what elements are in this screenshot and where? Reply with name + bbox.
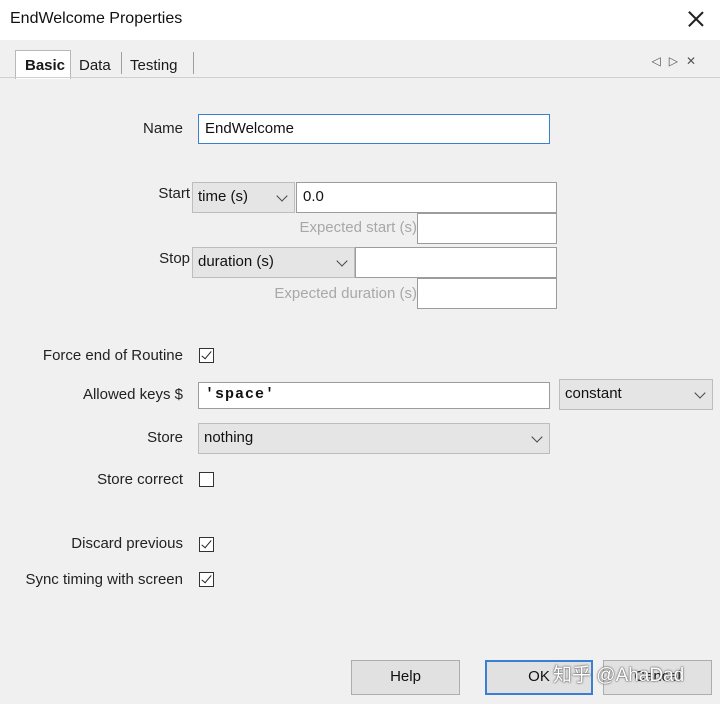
title-bar: EndWelcome Properties bbox=[0, 0, 720, 40]
allowed-keys-label: Allowed keys $ bbox=[82, 386, 183, 403]
tab-nav: ◁▷✕ bbox=[651, 54, 704, 68]
start-value-input[interactable]: 0.0 bbox=[296, 182, 557, 213]
tab-separator bbox=[193, 52, 194, 74]
tab-prev-icon[interactable]: ◁ bbox=[651, 54, 668, 68]
sync-timing-label: Sync timing with screen bbox=[25, 571, 183, 588]
store-correct-checkbox[interactable] bbox=[199, 472, 214, 487]
force-end-label: Force end of Routine bbox=[42, 347, 183, 364]
tab-next-icon[interactable]: ▷ bbox=[669, 54, 686, 68]
tab-basic-label: Basic bbox=[25, 57, 66, 74]
watermark: 知乎 @AhaDad bbox=[553, 665, 685, 686]
tab-separator bbox=[121, 52, 122, 74]
tab-close-icon[interactable]: ✕ bbox=[686, 54, 704, 68]
start-label: Start bbox=[158, 185, 190, 202]
store-select[interactable]: nothing bbox=[198, 423, 550, 454]
sync-timing-checkbox[interactable] bbox=[199, 572, 214, 587]
close-icon[interactable] bbox=[686, 9, 706, 29]
tab-testing[interactable]: Testing bbox=[130, 57, 178, 74]
start-type-value: time (s) bbox=[198, 188, 248, 205]
allowed-keys-mode-select[interactable]: constant bbox=[559, 379, 713, 410]
discard-previous-label: Discard previous bbox=[71, 535, 183, 552]
store-value: nothing bbox=[204, 429, 254, 446]
discard-previous-checkbox[interactable] bbox=[199, 537, 214, 552]
chevron-down-icon bbox=[336, 255, 348, 267]
stop-type-select[interactable]: duration (s) bbox=[192, 247, 355, 278]
tab-data[interactable]: Data bbox=[79, 57, 111, 74]
expected-duration-input[interactable] bbox=[417, 278, 557, 309]
window-title: EndWelcome Properties bbox=[10, 10, 183, 27]
stop-label: Stop bbox=[159, 250, 190, 267]
expected-start-input[interactable] bbox=[417, 213, 557, 244]
name-label: Name bbox=[142, 120, 183, 137]
start-type-select[interactable]: time (s) bbox=[192, 182, 295, 213]
force-end-checkbox[interactable] bbox=[199, 348, 214, 363]
expected-duration-label: Expected duration (s) bbox=[274, 285, 417, 302]
stop-value-input[interactable] bbox=[355, 247, 557, 278]
chevron-down-icon bbox=[694, 387, 706, 399]
chevron-down-icon bbox=[276, 190, 288, 202]
panel-border bbox=[0, 77, 720, 78]
stop-type-value: duration (s) bbox=[198, 253, 274, 270]
help-button[interactable]: Help bbox=[351, 660, 460, 695]
expected-start-label: Expected start (s) bbox=[299, 219, 417, 236]
tab-strip: Basic Data Testing ◁▷✕ bbox=[0, 40, 720, 79]
tab-basic[interactable]: Basic bbox=[15, 50, 71, 79]
allowed-keys-input[interactable]: 'space' bbox=[198, 382, 550, 409]
chevron-down-icon bbox=[531, 431, 543, 443]
name-input[interactable]: EndWelcome bbox=[198, 114, 550, 144]
store-label: Store bbox=[147, 429, 183, 446]
allowed-keys-mode-value: constant bbox=[565, 385, 622, 402]
store-correct-label: Store correct bbox=[97, 471, 183, 488]
